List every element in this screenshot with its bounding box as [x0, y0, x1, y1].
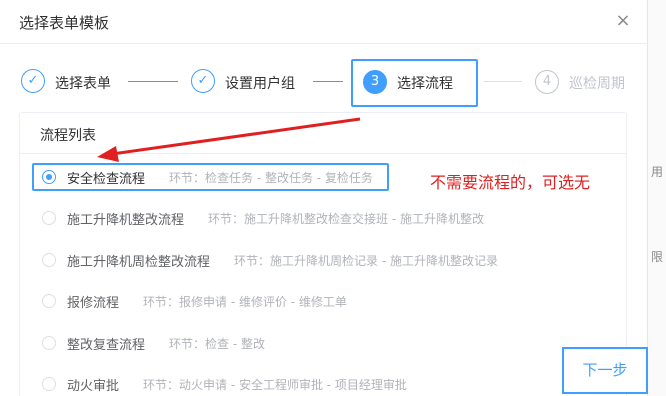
flow-option[interactable]: 动火审批 环节：动火申请 - 安全工程师审批 - 项目经理审批 — [42, 374, 407, 394]
flow-option[interactable]: 施工升降机周检整改流程 环节：施工升降机周检记录 - 施工升降机整改记录 — [42, 250, 498, 270]
flow-option[interactable]: 整改复查流程 环节：检查 - 整改 — [42, 333, 265, 353]
background-text: 限 — [651, 250, 664, 264]
flow-nodes: 环节：动火申请 - 安全工程师审批 - 项目经理审批 — [143, 377, 407, 392]
step-1-label: 选择表单 — [55, 76, 111, 92]
flow-nodes: 环节：检查 - 整改 — [169, 336, 265, 351]
step-connector — [313, 81, 343, 82]
current-step-highlight — [351, 59, 478, 107]
radio-icon[interactable] — [42, 377, 56, 391]
background-text: 用 — [651, 165, 664, 179]
annotation-text: 不需要流程的，可选无 — [430, 173, 591, 192]
radio-icon[interactable] — [42, 294, 56, 308]
flow-nodes: 环节：报修申请 - 维修评价 - 维修工单 — [143, 294, 347, 309]
flow-nodes: 环节：施工升降机周检记录 - 施工升降机整改记录 — [234, 253, 498, 268]
radio-icon[interactable] — [42, 211, 56, 225]
step-4-label: 巡检周期 — [569, 76, 625, 92]
flow-name: 整改复查流程 — [67, 337, 146, 353]
selected-flow-highlight — [32, 163, 389, 191]
radio-icon[interactable] — [42, 336, 56, 350]
next-step-button[interactable]: 下一步 — [562, 347, 648, 394]
flow-option[interactable]: 报修流程 环节：报修申请 - 维修评价 - 维修工单 — [42, 291, 347, 311]
background-page: 用 限 — [648, 0, 666, 396]
step-2-label: 设置用户组 — [225, 76, 295, 92]
flow-nodes: 环节：施工升降机整改检查交接班 - 施工升降机整改 — [208, 211, 484, 226]
flow-name: 施工升降机周检整改流程 — [67, 254, 211, 270]
dialog-header: 选择表单模板 × — [0, 0, 648, 44]
panel-title: 流程列表 — [40, 128, 96, 144]
divider — [20, 153, 626, 154]
radio-icon[interactable] — [42, 253, 56, 267]
step-1-check-icon: ✓ — [21, 69, 45, 93]
step-2-check-icon: ✓ — [191, 69, 215, 93]
flow-name: 施工升降机整改流程 — [67, 212, 185, 228]
step-connector — [484, 81, 522, 82]
flow-option[interactable]: 施工升降机整改流程 环节：施工升降机整改检查交接班 - 施工升降机整改 — [42, 208, 484, 228]
dialog-title: 选择表单模板 — [19, 14, 110, 32]
step-connector — [128, 81, 178, 82]
close-icon[interactable]: × — [612, 10, 634, 32]
step-4-number: 4 — [535, 70, 559, 94]
flow-name: 动火审批 — [67, 378, 120, 394]
flow-name: 报修流程 — [67, 295, 120, 311]
